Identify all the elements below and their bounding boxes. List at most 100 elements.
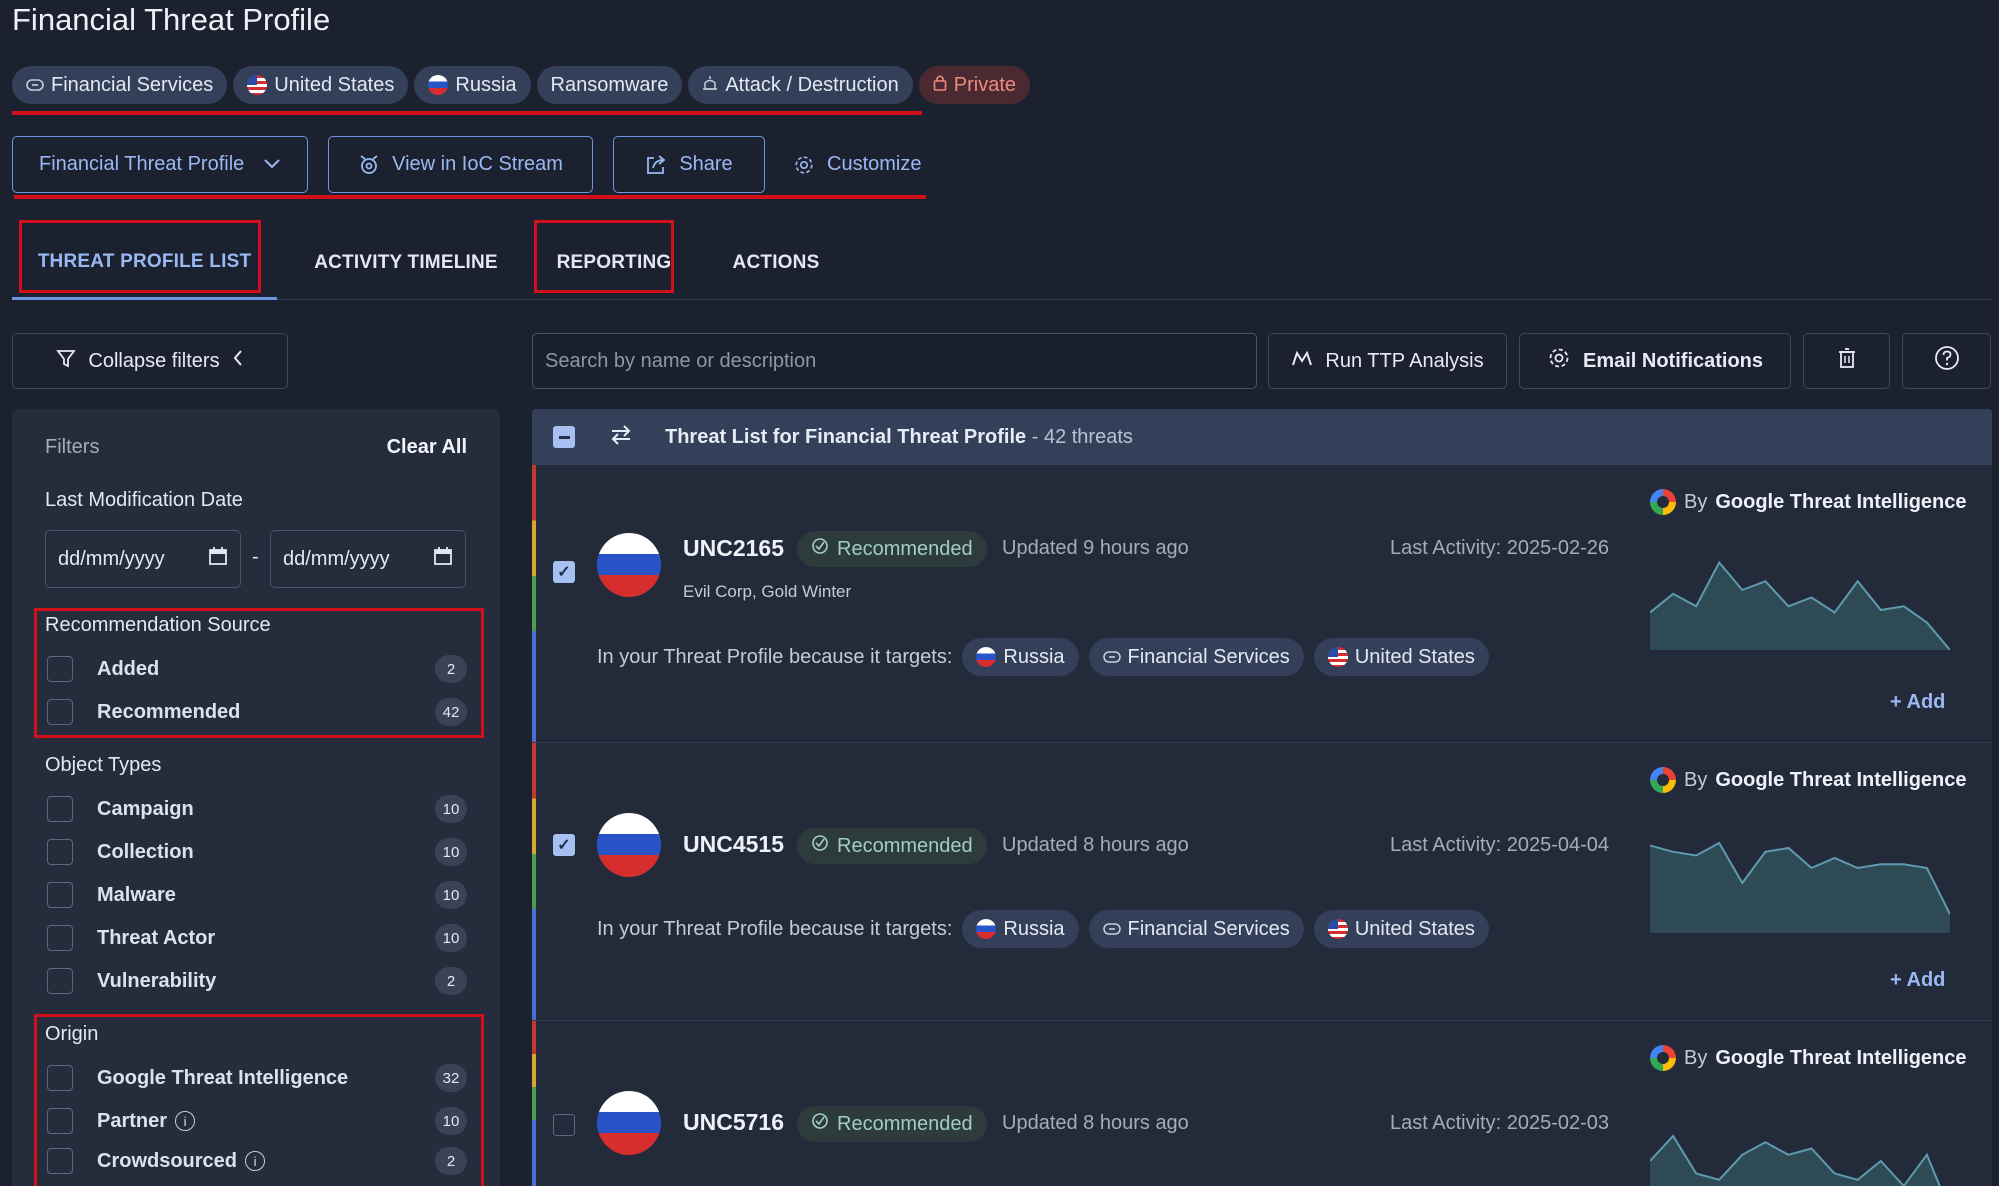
threat-card-unc4515[interactable]: ✓ UNC4515 Recommended Updated 8 hours ag…: [532, 743, 1992, 1021]
threat-name[interactable]: UNC4515: [683, 831, 784, 858]
filter-collection[interactable]: Collection 10: [47, 832, 467, 872]
source-attribution: By Google Threat Intelligence: [1650, 489, 1967, 515]
threat-checkbox[interactable]: ✓: [553, 834, 575, 856]
threat-checkbox[interactable]: ✓: [553, 561, 575, 583]
threat-checkbox[interactable]: [553, 1114, 575, 1136]
view-ioc-stream-button[interactable]: View in IoC Stream: [328, 136, 593, 193]
threat-name[interactable]: UNC2165: [683, 535, 784, 562]
customize-button[interactable]: Customize: [785, 136, 929, 193]
filter-label: Malware: [97, 883, 176, 906]
select-all-checkbox[interactable]: [553, 426, 575, 448]
search-placeholder: Search by name or description: [545, 349, 817, 372]
target-tag-russia[interactable]: Russia: [962, 910, 1079, 948]
recommended-icon: [811, 834, 829, 858]
tab-label: ACTIONS: [732, 252, 820, 273]
threat-card-unc5716[interactable]: UNC5716 Recommended Updated 8 hours ago …: [532, 1021, 1992, 1186]
plus-icon: +: [1890, 691, 1907, 713]
threat-card-unc2165[interactable]: ✓ UNC2165 Recommended Updated 9 hours ag…: [532, 465, 1992, 743]
target-tag-financial-services[interactable]: Financial Services: [1088, 638, 1304, 676]
filter-vulnerability[interactable]: Vulnerability 2: [47, 961, 467, 1001]
help-button[interactable]: [1902, 333, 1991, 389]
swap-icon[interactable]: [609, 424, 633, 450]
by-source: Google Threat Intelligence: [1715, 490, 1967, 513]
recommended-label: Recommended: [837, 537, 973, 560]
tag-label: United States: [274, 73, 395, 96]
tag-united-states[interactable]: United States: [233, 66, 409, 104]
checkbox[interactable]: [47, 968, 73, 994]
email-notifications-label: Email Notifications: [1582, 349, 1764, 372]
target-tag-united-states[interactable]: United States: [1313, 910, 1489, 948]
object-types-label: Object Types: [45, 754, 162, 776]
gear-icon: [1547, 346, 1571, 376]
target-tag-united-states[interactable]: United States: [1313, 638, 1489, 676]
chevron-left-icon: [232, 349, 244, 373]
tag-russia[interactable]: Russia: [414, 66, 531, 104]
highlight-box-threat-profile-list: [19, 220, 261, 293]
date-to-input[interactable]: dd/mm/yyyy: [270, 530, 466, 588]
gear-icon: [793, 154, 815, 176]
main-tabs: THREAT PROFILE LIST ACTIVITY TIMELINE RE…: [12, 226, 1992, 300]
tab-actions[interactable]: ACTIONS: [711, 226, 841, 300]
filter-threat-actor[interactable]: Threat Actor 10: [47, 918, 467, 958]
last-activity: Last Activity: 2025-02-03: [1390, 1112, 1610, 1134]
target-label: Russia: [1003, 917, 1065, 940]
tag-label: Russia: [455, 73, 517, 96]
tag-label: Ransomware: [550, 73, 669, 96]
delete-button[interactable]: [1803, 333, 1890, 389]
card-stripe: [532, 1021, 536, 1186]
recommended-badge: Recommended: [797, 828, 987, 864]
share-button[interactable]: Share: [613, 136, 765, 193]
target-tag-russia[interactable]: Russia: [962, 638, 1079, 676]
by-source: Google Threat Intelligence: [1715, 768, 1967, 791]
tab-label: ACTIVITY TIMELINE: [314, 252, 498, 273]
page-title: Financial Threat Profile: [12, 2, 331, 37]
count-badge: 2: [435, 967, 467, 995]
russia-flag-icon: [976, 919, 997, 939]
tag-private[interactable]: Private: [918, 66, 1030, 104]
target-tag-financial-services[interactable]: Financial Services: [1088, 910, 1304, 948]
card-stripe: [532, 743, 536, 1020]
target-label: Russia: [1003, 645, 1065, 668]
threat-list-header: Threat List for Financial Threat Profile…: [532, 409, 1992, 465]
tag-attack-destruction[interactable]: Attack / Destruction: [688, 66, 913, 104]
target-label: Financial Services: [1127, 917, 1290, 940]
checkbox[interactable]: [47, 882, 73, 908]
tab-activity-timeline[interactable]: ACTIVITY TIMELINE: [295, 226, 517, 300]
search-input[interactable]: Search by name or description: [532, 333, 1257, 389]
add-button[interactable]: + Add: [1890, 969, 1945, 992]
count-badge: 10: [435, 838, 467, 866]
sparkline-area: [1650, 843, 1950, 933]
checkbox[interactable]: [47, 925, 73, 951]
filters-title: Filters: [45, 436, 100, 458]
tag-financial-services[interactable]: Financial Services: [12, 66, 228, 104]
link-icon: [1102, 646, 1121, 669]
checkbox[interactable]: [47, 796, 73, 822]
calendar-icon: [208, 546, 228, 572]
tag-ransomware[interactable]: Ransomware: [536, 66, 683, 104]
because-label: In your Threat Profile because it target…: [597, 917, 953, 940]
gti-logo-icon: [1650, 1045, 1676, 1071]
us-flag-icon: [1327, 647, 1348, 667]
collapse-filters-button[interactable]: Collapse filters: [12, 333, 288, 389]
updated-time: Updated 8 hours ago: [1002, 1112, 1189, 1134]
source-attribution: By Google Threat Intelligence: [1650, 767, 1967, 793]
targets-row: In your Threat Profile because it target…: [597, 910, 1489, 948]
run-ttp-label: Run TTP Analysis: [1325, 349, 1484, 372]
threat-name[interactable]: UNC5716: [683, 1109, 784, 1136]
checkbox[interactable]: [47, 839, 73, 865]
date-from-placeholder: dd/mm/yyyy: [58, 547, 165, 570]
filter-label: Vulnerability: [97, 969, 217, 992]
highlight-underline-actions: [14, 195, 926, 199]
filter-malware[interactable]: Malware 10: [47, 875, 467, 915]
threat-list-title-text: Threat List for Financial Threat Profile: [665, 425, 1027, 448]
clear-all-button[interactable]: Clear All: [387, 436, 467, 459]
last-modification-date-label: Last Modification Date: [45, 489, 243, 511]
profile-select-dropdown[interactable]: Financial Threat Profile: [12, 136, 308, 193]
profile-tags: Financial Services United States Russia …: [12, 66, 1030, 104]
add-button[interactable]: + Add: [1890, 691, 1945, 714]
date-from-input[interactable]: dd/mm/yyyy: [45, 530, 241, 588]
recommended-label: Recommended: [837, 834, 973, 857]
run-ttp-analysis-button[interactable]: Run TTP Analysis: [1268, 333, 1507, 389]
filter-campaign[interactable]: Campaign 10: [47, 789, 467, 829]
email-notifications-button[interactable]: Email Notifications: [1519, 333, 1791, 389]
